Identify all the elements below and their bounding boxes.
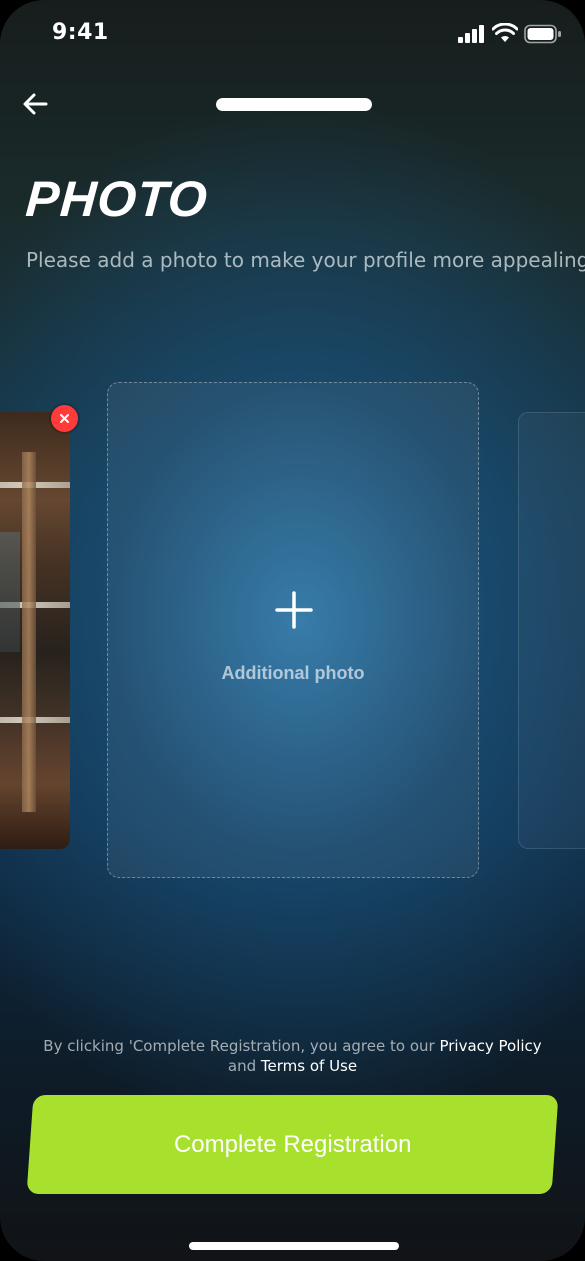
wifi-icon xyxy=(492,23,518,42)
page-subtitle: Please add a photo to make your profile … xyxy=(26,248,585,272)
cellular-signal-icon xyxy=(458,25,484,43)
registration-progress-bar xyxy=(216,98,372,111)
registration-progress-fill xyxy=(216,98,372,111)
arrow-left-icon[interactable] xyxy=(20,88,52,120)
status-bar: 9:41 xyxy=(0,0,585,70)
battery-icon xyxy=(524,24,561,44)
terms-and: and xyxy=(227,1057,257,1075)
registration-photo-screen: 9:41 PHOTO Please add a photo to make yo… xyxy=(0,0,585,1261)
add-photo-slot[interactable]: Additional photo xyxy=(107,382,479,878)
next-photo-slot[interactable] xyxy=(518,412,585,849)
photo-detail xyxy=(0,532,20,652)
privacy-policy-link[interactable]: Privacy Policy xyxy=(439,1037,541,1055)
add-photo-label: Additional photo xyxy=(221,663,365,683)
plus-icon xyxy=(275,591,313,629)
status-time: 9:41 xyxy=(52,20,109,45)
remove-photo-button[interactable] xyxy=(51,405,78,432)
home-indicator xyxy=(189,1242,399,1250)
page-title: PHOTO xyxy=(24,171,210,227)
photo-detail xyxy=(22,452,36,812)
complete-registration-button[interactable]: Complete Registration xyxy=(26,1095,559,1194)
terms-of-use-link[interactable]: Terms of Use xyxy=(261,1057,357,1075)
terms-prefix: By clicking 'Complete Registration, you … xyxy=(43,1037,435,1055)
close-icon xyxy=(60,414,69,423)
terms-notice: By clicking 'Complete Registration, you … xyxy=(0,1036,585,1076)
uploaded-photo[interactable] xyxy=(0,412,70,849)
complete-registration-label: Complete Registration xyxy=(173,1130,412,1158)
